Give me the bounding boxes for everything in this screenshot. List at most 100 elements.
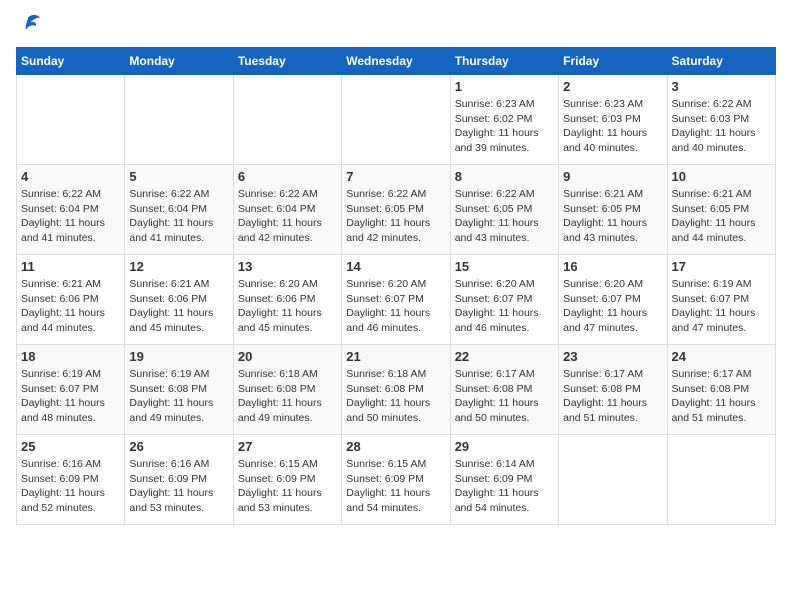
calendar-cell: 29 Sunrise: 6:14 AMSunset: 6:09 PMDayligh… (450, 435, 558, 525)
day-info: Sunrise: 6:23 AMSunset: 6:03 PMDaylight:… (563, 97, 662, 156)
day-info: Sunrise: 6:20 AMSunset: 6:07 PMDaylight:… (563, 277, 662, 336)
day-number: 18 (21, 349, 120, 364)
calendar-cell: 6 Sunrise: 6:22 AMSunset: 6:04 PMDaylight… (233, 165, 341, 255)
calendar-cell: 11 Sunrise: 6:21 AMSunset: 6:06 PMDayligh… (17, 255, 125, 345)
day-number: 10 (672, 169, 771, 184)
weekday-header-monday: Monday (125, 48, 233, 75)
day-info: Sunrise: 6:23 AMSunset: 6:02 PMDaylight:… (455, 97, 554, 156)
day-info: Sunrise: 6:18 AMSunset: 6:08 PMDaylight:… (238, 367, 337, 426)
calendar-cell: 28 Sunrise: 6:15 AMSunset: 6:09 PMDayligh… (342, 435, 450, 525)
calendar-cell: 18 Sunrise: 6:19 AMSunset: 6:07 PMDayligh… (17, 345, 125, 435)
calendar-cell: 26 Sunrise: 6:16 AMSunset: 6:09 PMDayligh… (125, 435, 233, 525)
day-info: Sunrise: 6:20 AMSunset: 6:07 PMDaylight:… (455, 277, 554, 336)
day-number: 16 (563, 259, 662, 274)
calendar-cell: 16 Sunrise: 6:20 AMSunset: 6:07 PMDayligh… (559, 255, 667, 345)
day-number: 25 (21, 439, 120, 454)
day-number: 15 (455, 259, 554, 274)
day-info: Sunrise: 6:22 AMSunset: 6:05 PMDaylight:… (346, 187, 445, 246)
calendar-cell (17, 75, 125, 165)
day-info: Sunrise: 6:16 AMSunset: 6:09 PMDaylight:… (21, 457, 120, 516)
day-info: Sunrise: 6:22 AMSunset: 6:04 PMDaylight:… (129, 187, 228, 246)
day-info: Sunrise: 6:19 AMSunset: 6:07 PMDaylight:… (21, 367, 120, 426)
weekday-header-wednesday: Wednesday (342, 48, 450, 75)
calendar-cell: 21 Sunrise: 6:18 AMSunset: 6:08 PMDayligh… (342, 345, 450, 435)
day-info: Sunrise: 6:16 AMSunset: 6:09 PMDaylight:… (129, 457, 228, 516)
day-info: Sunrise: 6:17 AMSunset: 6:08 PMDaylight:… (563, 367, 662, 426)
calendar-cell: 22 Sunrise: 6:17 AMSunset: 6:08 PMDayligh… (450, 345, 558, 435)
calendar-cell: 10 Sunrise: 6:21 AMSunset: 6:05 PMDayligh… (667, 165, 775, 255)
day-number: 6 (238, 169, 337, 184)
day-number: 1 (455, 79, 554, 94)
day-number: 7 (346, 169, 445, 184)
day-info: Sunrise: 6:21 AMSunset: 6:05 PMDaylight:… (672, 187, 771, 246)
day-number: 8 (455, 169, 554, 184)
calendar-cell: 3 Sunrise: 6:22 AMSunset: 6:03 PMDaylight… (667, 75, 775, 165)
calendar-cell (559, 435, 667, 525)
calendar-week-row: 25 Sunrise: 6:16 AMSunset: 6:09 PMDayligh… (17, 435, 776, 525)
day-number: 11 (21, 259, 120, 274)
day-info: Sunrise: 6:21 AMSunset: 6:06 PMDaylight:… (21, 277, 120, 336)
day-info: Sunrise: 6:20 AMSunset: 6:07 PMDaylight:… (346, 277, 445, 336)
day-number: 28 (346, 439, 445, 454)
calendar-cell: 24 Sunrise: 6:17 AMSunset: 6:08 PMDayligh… (667, 345, 775, 435)
calendar-cell: 17 Sunrise: 6:19 AMSunset: 6:07 PMDayligh… (667, 255, 775, 345)
calendar-cell (233, 75, 341, 165)
day-info: Sunrise: 6:15 AMSunset: 6:09 PMDaylight:… (346, 457, 445, 516)
calendar-cell: 5 Sunrise: 6:22 AMSunset: 6:04 PMDaylight… (125, 165, 233, 255)
weekday-header-sunday: Sunday (17, 48, 125, 75)
day-info: Sunrise: 6:22 AMSunset: 6:03 PMDaylight:… (672, 97, 771, 156)
calendar-table: SundayMondayTuesdayWednesdayThursdayFrid… (16, 47, 776, 525)
day-info: Sunrise: 6:15 AMSunset: 6:09 PMDaylight:… (238, 457, 337, 516)
day-number: 4 (21, 169, 120, 184)
day-number: 3 (672, 79, 771, 94)
calendar-cell (125, 75, 233, 165)
day-info: Sunrise: 6:22 AMSunset: 6:05 PMDaylight:… (455, 187, 554, 246)
calendar-week-row: 11 Sunrise: 6:21 AMSunset: 6:06 PMDayligh… (17, 255, 776, 345)
day-info: Sunrise: 6:17 AMSunset: 6:08 PMDaylight:… (672, 367, 771, 426)
day-number: 5 (129, 169, 228, 184)
calendar-cell: 2 Sunrise: 6:23 AMSunset: 6:03 PMDaylight… (559, 75, 667, 165)
day-number: 2 (563, 79, 662, 94)
day-info: Sunrise: 6:21 AMSunset: 6:06 PMDaylight:… (129, 277, 228, 336)
day-number: 13 (238, 259, 337, 274)
day-number: 20 (238, 349, 337, 364)
calendar-cell: 19 Sunrise: 6:19 AMSunset: 6:08 PMDayligh… (125, 345, 233, 435)
calendar-cell: 27 Sunrise: 6:15 AMSunset: 6:09 PMDayligh… (233, 435, 341, 525)
day-info: Sunrise: 6:19 AMSunset: 6:07 PMDaylight:… (672, 277, 771, 336)
day-info: Sunrise: 6:20 AMSunset: 6:06 PMDaylight:… (238, 277, 337, 336)
weekday-header-tuesday: Tuesday (233, 48, 341, 75)
calendar-week-row: 1 Sunrise: 6:23 AMSunset: 6:02 PMDaylight… (17, 75, 776, 165)
day-info: Sunrise: 6:14 AMSunset: 6:09 PMDaylight:… (455, 457, 554, 516)
day-info: Sunrise: 6:22 AMSunset: 6:04 PMDaylight:… (238, 187, 337, 246)
day-number: 17 (672, 259, 771, 274)
day-number: 23 (563, 349, 662, 364)
weekday-header-thursday: Thursday (450, 48, 558, 75)
day-number: 19 (129, 349, 228, 364)
logo-bird-icon (20, 12, 42, 39)
calendar-cell (667, 435, 775, 525)
calendar-week-row: 4 Sunrise: 6:22 AMSunset: 6:04 PMDaylight… (17, 165, 776, 255)
calendar-week-row: 18 Sunrise: 6:19 AMSunset: 6:07 PMDayligh… (17, 345, 776, 435)
day-info: Sunrise: 6:18 AMSunset: 6:08 PMDaylight:… (346, 367, 445, 426)
calendar-cell: 14Sunrise: 6:20 AMSunset: 6:07 PMDayligh… (342, 255, 450, 345)
day-number: 29 (455, 439, 554, 454)
calendar-cell: 25 Sunrise: 6:16 AMSunset: 6:09 PMDayligh… (17, 435, 125, 525)
day-number: 21 (346, 349, 445, 364)
calendar-cell: 15 Sunrise: 6:20 AMSunset: 6:07 PMDayligh… (450, 255, 558, 345)
weekday-header-friday: Friday (559, 48, 667, 75)
logo (16, 16, 42, 39)
day-number: 9 (563, 169, 662, 184)
page-header (16, 16, 776, 39)
day-number: 24 (672, 349, 771, 364)
day-info: Sunrise: 6:19 AMSunset: 6:08 PMDaylight:… (129, 367, 228, 426)
day-info: Sunrise: 6:17 AMSunset: 6:08 PMDaylight:… (455, 367, 554, 426)
calendar-cell (342, 75, 450, 165)
weekday-header-row: SundayMondayTuesdayWednesdayThursdayFrid… (17, 48, 776, 75)
weekday-header-saturday: Saturday (667, 48, 775, 75)
calendar-cell: 1 Sunrise: 6:23 AMSunset: 6:02 PMDaylight… (450, 75, 558, 165)
day-number: 27 (238, 439, 337, 454)
day-number: 26 (129, 439, 228, 454)
day-number: 22 (455, 349, 554, 364)
calendar-cell: 23 Sunrise: 6:17 AMSunset: 6:08 PMDayligh… (559, 345, 667, 435)
calendar-cell: 8 Sunrise: 6:22 AMSunset: 6:05 PMDaylight… (450, 165, 558, 255)
